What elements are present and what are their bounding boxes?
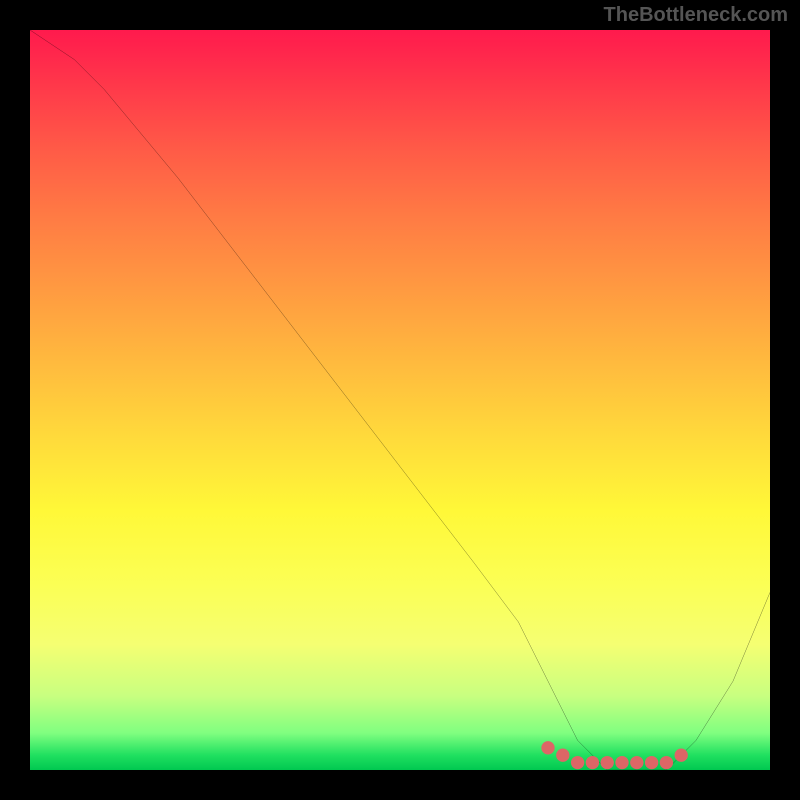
optimal-range-markers: [30, 30, 770, 770]
chart-plot-area: [30, 30, 770, 770]
optimal-point: [541, 741, 554, 754]
optimal-point: [586, 756, 599, 769]
attribution-text: TheBottleneck.com: [604, 4, 788, 27]
optimal-point: [675, 749, 688, 762]
optimal-point: [645, 756, 658, 769]
bottleneck-curve: [30, 30, 770, 770]
optimal-point: [571, 756, 584, 769]
optimal-point: [601, 756, 614, 769]
optimal-point: [615, 756, 628, 769]
optimal-point: [660, 756, 673, 769]
optimal-point: [630, 756, 643, 769]
optimal-point: [556, 749, 569, 762]
